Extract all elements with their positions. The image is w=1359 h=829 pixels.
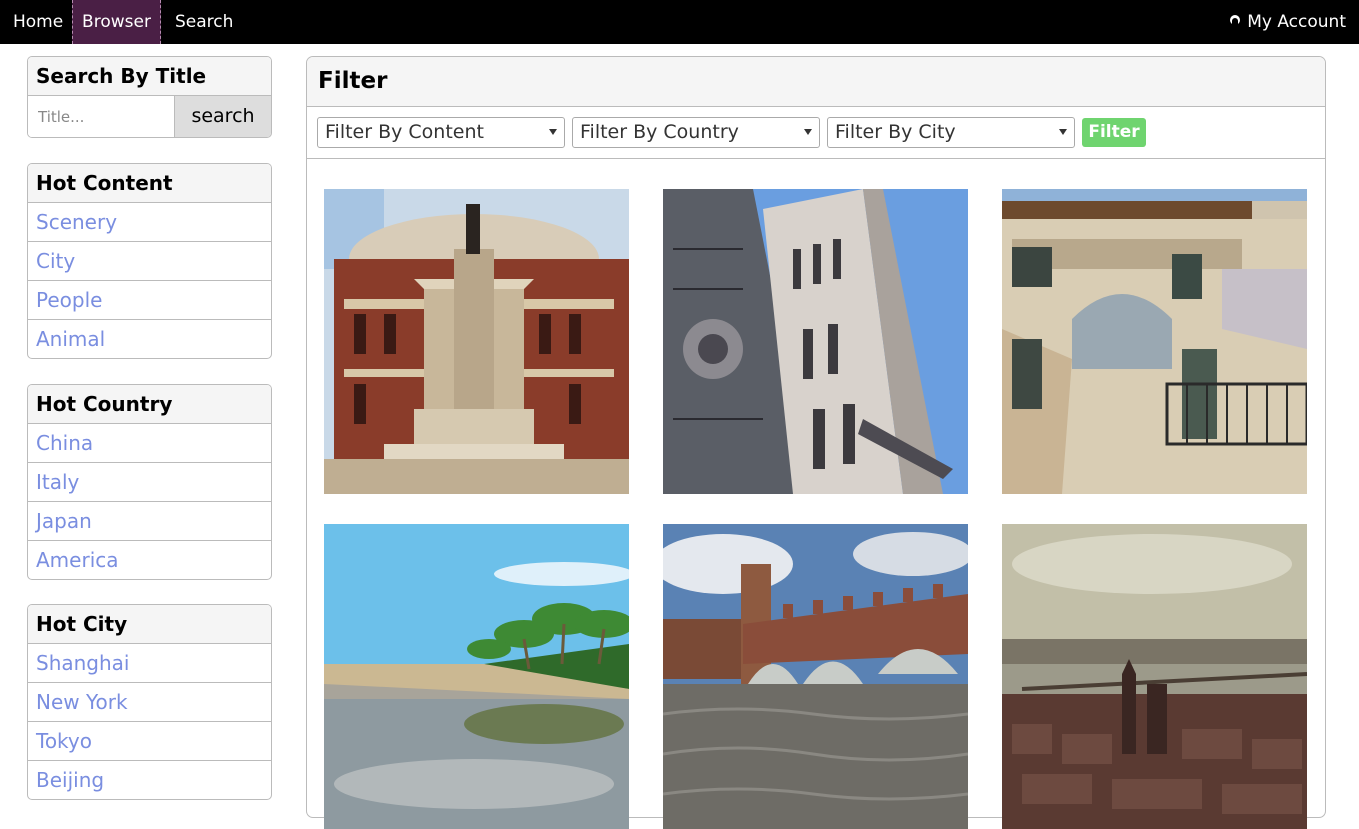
filter-city-value: Filter By City: [835, 121, 956, 143]
photo-city-skyline: [1002, 524, 1307, 829]
user-icon: [1229, 15, 1241, 28]
photo-palm-beach: [324, 524, 629, 829]
hot-country-heading: Hot Country: [28, 385, 271, 423]
hot-content-item-scenery[interactable]: Scenery: [28, 202, 271, 241]
search-row: search: [28, 95, 271, 137]
hot-city-item-beijing[interactable]: Beijing: [28, 760, 271, 799]
filter-button[interactable]: Filter: [1082, 118, 1146, 147]
nav-home-link[interactable]: Home: [13, 0, 63, 44]
photo-fresco-facade: [1002, 189, 1307, 494]
hot-country-item-america[interactable]: America: [28, 540, 271, 579]
filter-bar: Filter By Content Filter By Country Filt…: [307, 107, 1325, 159]
hot-content-item-city[interactable]: City: [28, 241, 271, 280]
photo-tile[interactable]: [663, 524, 968, 829]
photo-domed-hall: [324, 189, 629, 494]
search-button[interactable]: search: [174, 96, 271, 137]
my-account-link[interactable]: My Account: [1229, 0, 1346, 44]
photo-tile[interactable]: [663, 189, 968, 494]
dropdown-arrow-icon: [804, 129, 812, 135]
filter-country-value: Filter By Country: [580, 121, 739, 143]
hot-country-panel: Hot Country China Italy Japan America: [27, 384, 272, 580]
dropdown-arrow-icon: [1059, 129, 1067, 135]
search-by-title-panel: Search By Title search: [27, 56, 272, 138]
photo-tile[interactable]: [1002, 524, 1307, 829]
top-nav: Home Browser Search My Account: [0, 0, 1359, 44]
hot-country-item-japan[interactable]: Japan: [28, 501, 271, 540]
hot-city-item-tokyo[interactable]: Tokyo: [28, 721, 271, 760]
title-search-input[interactable]: [28, 96, 174, 137]
hot-content-item-people[interactable]: People: [28, 280, 271, 319]
hot-city-item-shanghai[interactable]: Shanghai: [28, 643, 271, 682]
hot-content-panel: Hot Content Scenery City People Animal: [27, 163, 272, 359]
hot-country-item-italy[interactable]: Italy: [28, 462, 271, 501]
my-account-label: My Account: [1247, 12, 1346, 32]
filter-content-value: Filter By Content: [325, 121, 484, 143]
hot-content-item-animal[interactable]: Animal: [28, 319, 271, 358]
photo-tile[interactable]: [1002, 189, 1307, 494]
filter-city-select[interactable]: Filter By City: [827, 117, 1075, 148]
photo-cathedral: [663, 189, 968, 494]
filter-heading: Filter: [307, 57, 1325, 107]
filter-country-select[interactable]: Filter By Country: [572, 117, 820, 148]
photo-castle-bridge: [663, 524, 968, 829]
nav-browser-link[interactable]: Browser: [72, 0, 161, 44]
filter-content-select[interactable]: Filter By Content: [317, 117, 565, 148]
hot-content-heading: Hot Content: [28, 164, 271, 202]
hot-country-item-china[interactable]: China: [28, 423, 271, 462]
hot-city-item-new-york[interactable]: New York: [28, 682, 271, 721]
hot-city-heading: Hot City: [28, 605, 271, 643]
photo-tile[interactable]: [324, 189, 629, 494]
hot-city-panel: Hot City Shanghai New York Tokyo Beijing: [27, 604, 272, 800]
search-by-title-heading: Search By Title: [28, 57, 271, 95]
dropdown-arrow-icon: [549, 129, 557, 135]
photo-tile[interactable]: [324, 524, 629, 829]
nav-search-link[interactable]: Search: [175, 0, 233, 44]
